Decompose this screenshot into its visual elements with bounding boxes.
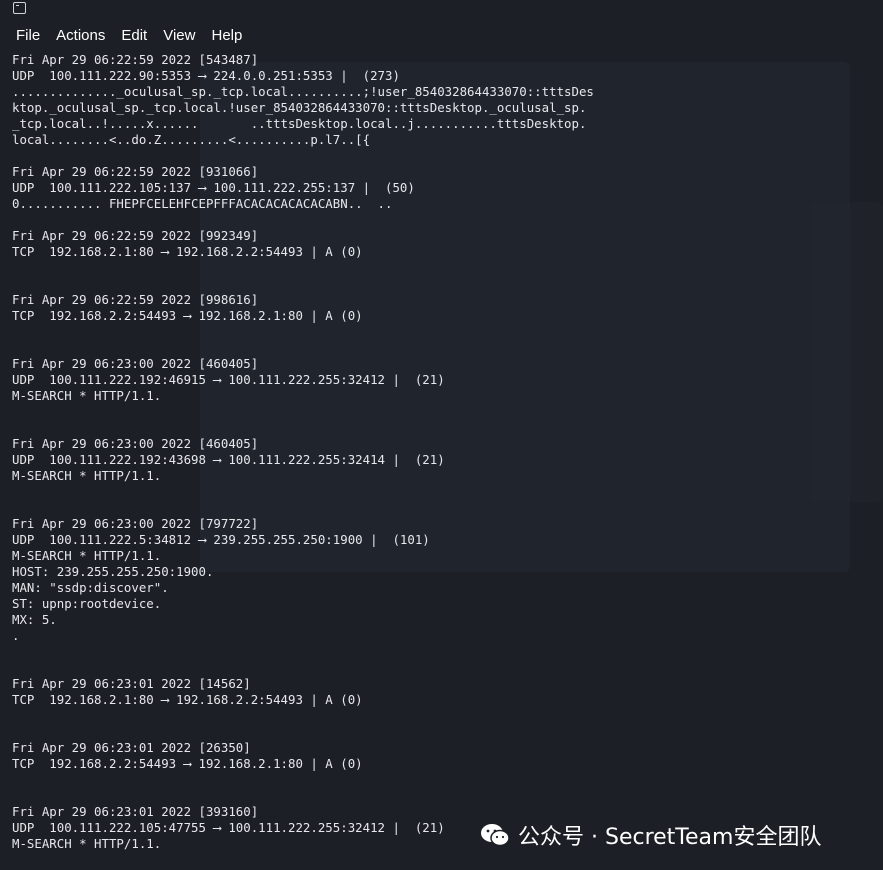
menu-edit[interactable]: Edit [113,27,155,44]
menu-file[interactable]: File [0,27,48,44]
entry-timestamp: Fri Apr 29 06:22:59 2022 [998616] [12,292,259,307]
entry-protocol-line: UDP 100.111.222.192:46915 ⟶ 100.111.222.… [12,372,445,387]
wechat-icon [481,824,510,847]
entry-payload-line: M-SEARCH * HTTP/1.1. [12,548,162,563]
entry-payload-line: . [12,628,20,643]
log-entry: Fri Apr 29 06:23:01 2022 [14562] TCP 192.… [12,676,883,740]
entry-payload-line: M-SEARCH * HTTP/1.1. [12,468,162,483]
entry-payload-line: HOST: 239.255.255.250:1900. [12,564,214,579]
entry-payload-line: M-SEARCH * HTTP/1.1. [12,388,162,403]
entry-timestamp: Fri Apr 29 06:22:59 2022 [543487] [12,52,259,67]
log-entry: Fri Apr 29 06:23:00 2022 [797722] UDP 100… [12,516,883,676]
entry-payload-line: ST: upnp:rootdevice. [12,596,162,611]
entry-payload-line: _tcp.local..!.....x...... ..tttsDesktop.… [12,116,587,131]
entry-timestamp: Fri Apr 29 06:23:01 2022 [14562] [12,676,251,691]
terminal-icon[interactable] [13,2,26,14]
entry-timestamp: Fri Apr 29 06:23:00 2022 [460405] [12,356,259,371]
menu-view[interactable]: View [155,27,203,44]
entry-protocol-line: UDP 100.111.222.5:34812 ⟶ 239.255.255.25… [12,532,430,547]
entry-payload-line: ktop._oculusal_sp._tcp.local.!user_85403… [12,100,587,115]
entry-protocol-line: UDP 100.111.222.105:137 ⟶ 100.111.222.25… [12,180,415,195]
entry-timestamp: Fri Apr 29 06:22:59 2022 [931066] [12,164,259,179]
entry-payload-line: .............._oculusal_sp._tcp.local...… [12,84,594,99]
entry-timestamp: Fri Apr 29 06:23:00 2022 [797722] [12,516,259,531]
entry-payload-line: MAN: "ssdp:discover". [12,580,169,595]
watermark: 公众号 · SecretTeam安全团队 [480,820,821,850]
log-entry: Fri Apr 29 06:23:01 2022 [26350] TCP 192.… [12,740,883,804]
log-entry: Fri Apr 29 06:23:00 2022 [460405] UDP 100… [12,436,883,516]
entry-timestamp: Fri Apr 29 06:23:01 2022 [393160] [12,804,259,819]
log-entry: Fri Apr 29 06:22:59 2022 [998616] TCP 192… [12,292,883,356]
menu-bar: File Actions Edit View Help [0,22,883,48]
log-text: Fri Apr 29 06:22:59 2022 [543487] UDP 100… [0,52,883,852]
entry-timestamp: Fri Apr 29 06:22:59 2022 [992349] [12,228,259,243]
log-entry: Fri Apr 29 06:23:00 2022 [460405] UDP 100… [12,356,883,436]
entry-protocol-line: UDP 100.111.222.90:5353 ⟶ 224.0.0.251:53… [12,68,400,83]
entry-timestamp: Fri Apr 29 06:23:00 2022 [460405] [12,436,259,451]
menu-actions[interactable]: Actions [48,27,113,44]
entry-payload-line: 0........... FHEPFCELEHFCEPFFFACACACACAC… [12,196,393,211]
entry-protocol-line: TCP 192.168.2.2:54493 ⟶ 192.168.2.1:80 |… [12,756,363,771]
entry-protocol-line: TCP 192.168.2.1:80 ⟶ 192.168.2.2:54493 |… [12,244,363,259]
title-bar [0,0,883,20]
entry-protocol-line: TCP 192.168.2.2:54493 ⟶ 192.168.2.1:80 |… [12,308,363,323]
entry-payload-line: local........<..do.Z.........<..........… [12,132,371,147]
log-entry: Fri Apr 29 06:22:59 2022 [931066] UDP 100… [12,164,883,228]
menu-help[interactable]: Help [203,27,250,44]
entry-timestamp: Fri Apr 29 06:23:01 2022 [26350] [12,740,251,755]
log-entry: Fri Apr 29 06:22:59 2022 [992349] TCP 192… [12,228,883,292]
entry-protocol-line: UDP 100.111.222.192:43698 ⟶ 100.111.222.… [12,452,445,467]
entry-payload-line: MX: 5. [12,612,57,627]
terminal-output[interactable]: Fri Apr 29 06:22:59 2022 [543487] UDP 100… [0,52,883,870]
entry-protocol-line: TCP 192.168.2.1:80 ⟶ 192.168.2.2:54493 |… [12,692,363,707]
log-entry: Fri Apr 29 06:22:59 2022 [543487] UDP 100… [12,52,883,164]
watermark-text: 公众号 · SecretTeam安全团队 [518,825,822,850]
